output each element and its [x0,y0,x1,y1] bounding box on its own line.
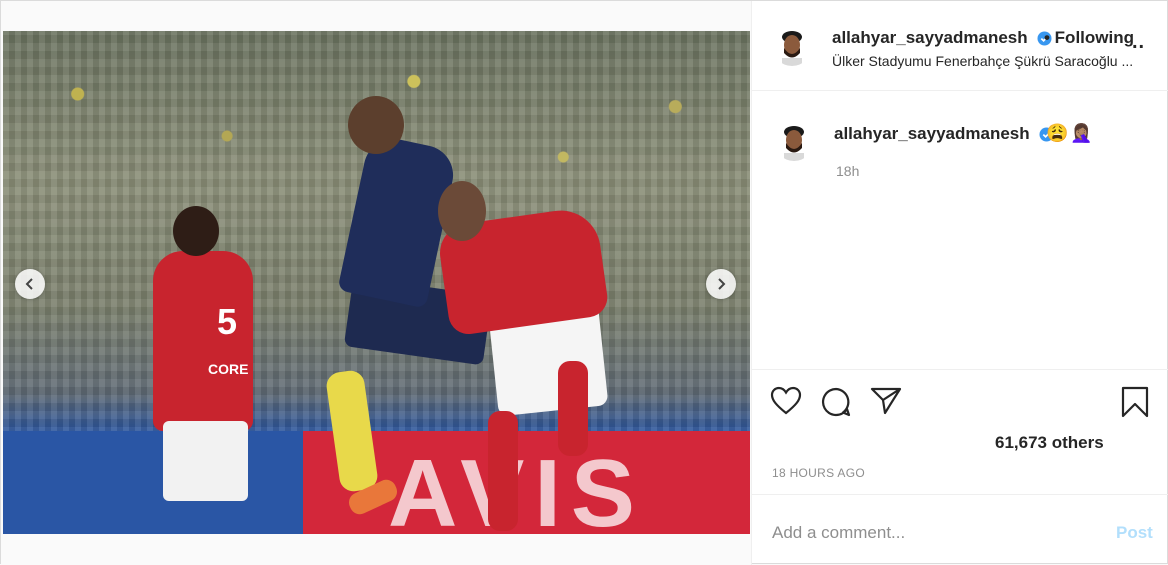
username-text[interactable]: allahyar_sayyadmanesh [834,124,1030,143]
post-sidebar: allahyar_sayyadmanesh • Following .. Ülk… [751,1,1168,565]
heart-icon [770,386,802,415]
player-left-shorts [163,421,248,501]
chevron-right-icon [718,278,726,290]
jersey-name: CORE [208,361,249,377]
post-comment-button[interactable]: Post [1116,523,1153,543]
likes-count[interactable]: 61,673 others [995,433,1104,453]
share-button[interactable] [870,386,902,421]
action-bar [752,369,1168,429]
caption-username[interactable]: allahyar_sayyadmanesh [834,124,1054,144]
avatar-illustration-icon [772,26,812,66]
post-time-ago[interactable]: 18 HOURS AGO [772,466,865,480]
player-left-head [173,206,219,256]
weary-face-emoji: 😩 [1046,123,1069,143]
like-button[interactable] [770,386,802,421]
caption-timestamp[interactable]: 18h [836,163,859,179]
player-left-shirt [153,251,253,431]
carousel-prev-button[interactable] [15,269,45,299]
jersey-number: 5 [217,301,238,342]
comment-input[interactable] [770,513,1094,553]
post-header: allahyar_sayyadmanesh • Following .. Ülk… [752,1,1168,91]
carousel-next-button[interactable] [706,269,736,299]
post-container: AVIS 5 CORE [0,0,1168,565]
username-text[interactable]: allahyar_sayyadmanesh [832,28,1028,47]
comment-button[interactable] [820,386,852,423]
player-right-leg [488,411,518,531]
location-link[interactable]: Ülker Stadyumu Fenerbahçe Şükrü Saracoğl… [832,53,1162,69]
comment-icon [821,387,851,417]
bookmark-icon [1121,386,1149,418]
more-options-button[interactable]: .. [1132,31,1145,54]
facepalm-emoji: 🤦🏽‍♀️ [1070,123,1093,143]
header-username[interactable]: allahyar_sayyadmanesh [832,28,1052,48]
post-photo[interactable]: AVIS 5 CORE [3,31,750,534]
save-button[interactable] [1120,386,1150,423]
avatar[interactable] [772,26,812,66]
chevron-left-icon [25,278,33,290]
post-media: AVIS 5 CORE [1,1,751,565]
following-button[interactable]: • Following [1044,28,1134,48]
avatar-illustration-icon [774,121,814,161]
player-right-head [438,181,486,241]
player-mid-head [348,96,404,154]
caption-avatar[interactable] [774,121,814,161]
player-right-leg-2 [558,361,588,456]
comment-section: Post [752,494,1168,565]
share-icon [870,387,902,415]
